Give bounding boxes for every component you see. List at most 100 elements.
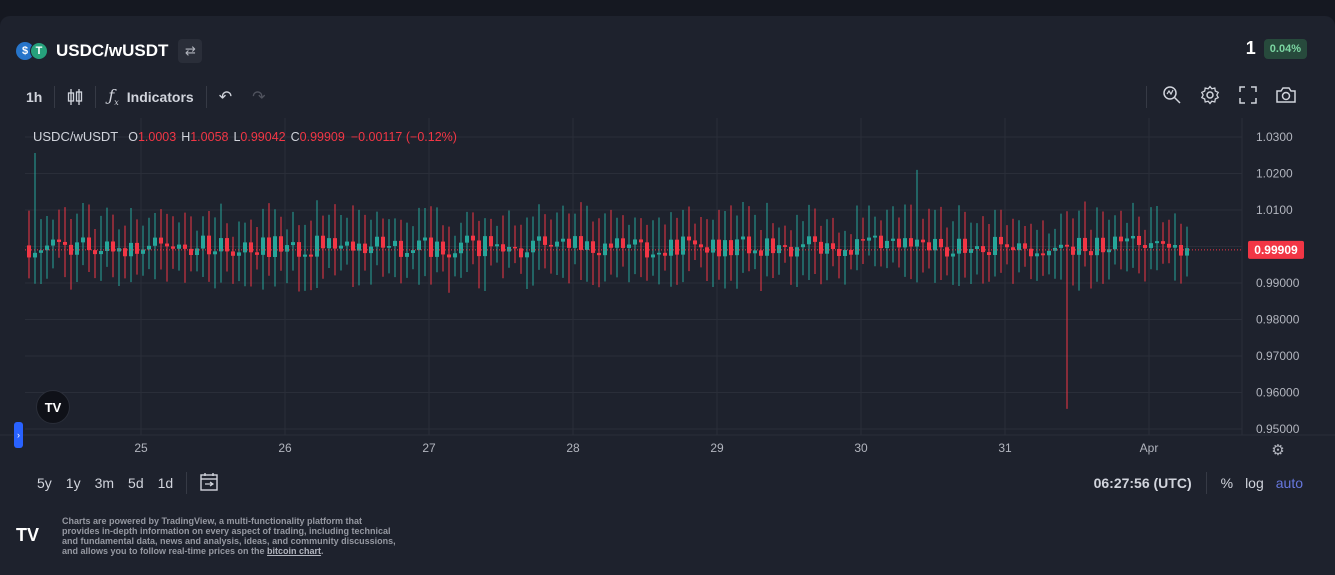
change-badge: 0.04% — [1263, 38, 1307, 59]
candle-body — [813, 236, 817, 242]
footer-end: . — [321, 546, 324, 556]
candle-body — [393, 240, 397, 247]
tradingview-footer-logo[interactable]: TV — [16, 524, 48, 546]
candle-body — [735, 239, 739, 256]
candle-body — [255, 252, 259, 255]
y-tick-label: 1.0300 — [1256, 130, 1293, 144]
candle-body — [507, 246, 511, 252]
candle-body — [363, 243, 367, 254]
candle-body — [987, 252, 991, 256]
candle-body — [777, 245, 781, 254]
candle-body — [591, 241, 595, 253]
candle-body — [1065, 244, 1069, 247]
tradingview-logo-button[interactable]: TV — [36, 390, 70, 424]
x-tick-label: 25 — [134, 441, 148, 455]
scale-divider — [1205, 472, 1207, 494]
candle-body — [657, 252, 661, 255]
candle-body — [1185, 248, 1189, 256]
toolbar-divider — [205, 86, 207, 108]
redo-button[interactable]: ↷ — [242, 84, 275, 110]
candle-body — [975, 246, 979, 249]
candle-body — [1089, 251, 1093, 256]
candle-body — [771, 238, 775, 254]
candle-body — [615, 238, 619, 248]
candle-body — [639, 239, 643, 243]
candle-body — [1017, 243, 1021, 251]
candle-body — [1095, 237, 1099, 256]
auto-toggle[interactable]: auto — [1276, 475, 1303, 491]
candle-body — [543, 236, 547, 245]
candle-body — [333, 238, 337, 249]
candle-body — [447, 254, 451, 258]
candle-body — [861, 239, 865, 241]
candle-body — [711, 239, 715, 253]
interval-button[interactable]: 1h — [16, 84, 52, 110]
candle-body — [483, 236, 487, 257]
indicators-button[interactable]: ƒx Indicators — [98, 84, 203, 110]
candle-body — [945, 247, 949, 257]
candle-body — [747, 236, 751, 254]
candle-body — [999, 236, 1003, 245]
chart-type-button[interactable] — [57, 84, 93, 110]
candle-body — [75, 242, 79, 255]
candle-body — [867, 237, 871, 241]
x-tick-label: 29 — [710, 441, 724, 455]
candle-body — [201, 235, 205, 249]
toolbar-divider — [95, 86, 97, 108]
ohlc-legend: USDC/wUSDT O 1.0003 H 1.0058 L 0.99042 C… — [33, 129, 457, 144]
range-5y[interactable]: 5y — [37, 475, 52, 491]
camera-icon[interactable] — [1267, 86, 1305, 109]
usdt-coin-icon: T — [30, 42, 48, 60]
fullscreen-icon[interactable] — [1229, 85, 1267, 109]
candle-body — [471, 235, 475, 241]
candle-body — [1131, 235, 1135, 239]
x-tick-label: 28 — [566, 441, 580, 455]
gear-icon[interactable] — [1191, 84, 1229, 110]
candle-body — [345, 241, 349, 246]
candle-body — [933, 238, 937, 251]
utc-time[interactable]: 06:27:56 (UTC) — [1094, 475, 1192, 491]
legend-low-value: 0.99042 — [240, 129, 286, 144]
function-icon: ƒx — [108, 86, 119, 108]
percent-toggle[interactable]: % — [1221, 475, 1233, 491]
candle-body — [417, 240, 421, 251]
bitcoin-chart-link[interactable]: bitcoin chart — [267, 546, 321, 556]
range-1d[interactable]: 1d — [158, 475, 174, 491]
candle-body — [303, 254, 307, 257]
candle-body — [495, 244, 499, 247]
range-5d[interactable]: 5d — [128, 475, 144, 491]
footer-text: Charts are powered by TradingView, a mul… — [62, 516, 396, 556]
candle-body — [399, 240, 403, 257]
swap-button[interactable]: ⇄ — [178, 39, 203, 63]
range-3m[interactable]: 3m — [95, 475, 114, 491]
candle-body — [63, 241, 67, 245]
candle-body — [339, 245, 343, 249]
x-tick-label: 30 — [854, 441, 868, 455]
candle-body — [897, 238, 901, 248]
candle-body — [693, 240, 697, 245]
undo-button[interactable]: ↶ — [209, 84, 242, 110]
candlestick-chart[interactable]: 0.99909 1.0300 1.0200 1.0100 0.99000 0.98000… — [0, 118, 1335, 463]
candle-body — [279, 236, 283, 252]
toolbar-divider — [1146, 86, 1147, 108]
candle-body — [27, 245, 31, 258]
range-1y[interactable]: 1y — [66, 475, 81, 491]
candle-body — [573, 236, 577, 248]
log-toggle[interactable]: log — [1245, 475, 1264, 491]
candle-body — [405, 253, 409, 257]
candle-body — [1125, 238, 1129, 242]
candle-body — [1149, 243, 1153, 248]
candle-body — [1113, 236, 1117, 250]
calendar-range-icon[interactable] — [199, 472, 219, 495]
scale-options: 06:27:56 (UTC) % log auto — [1086, 472, 1311, 494]
candle-body — [561, 238, 565, 242]
candle-body — [819, 241, 823, 254]
side-panel-toggle[interactable]: › — [14, 422, 23, 448]
swap-icon: ⇄ — [184, 43, 196, 58]
candle-body — [765, 238, 769, 256]
candle-body — [843, 249, 847, 256]
candle-body — [1143, 245, 1147, 248]
zoom-icon[interactable] — [1153, 85, 1191, 110]
y-tick-label: 0.98000 — [1256, 313, 1300, 327]
candle-body — [291, 242, 295, 246]
